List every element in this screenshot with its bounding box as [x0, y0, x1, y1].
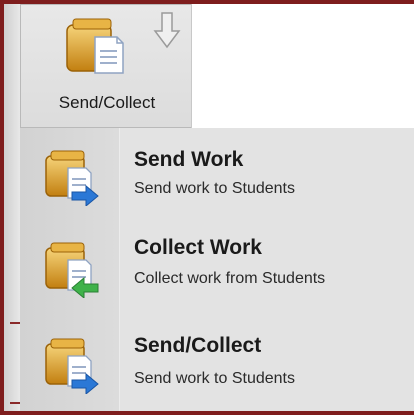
menu-item-send-work[interactable]: Send Work Send work to Students	[20, 136, 414, 228]
menu-item-title: Collect Work	[134, 236, 262, 259]
menu-item-send-collect[interactable]: Send/Collect Send work to Students	[20, 320, 414, 412]
menu-item-description: Collect work from Students	[134, 270, 326, 287]
send-collect-icon	[65, 15, 127, 77]
menu-item-description: Send work to Students	[134, 370, 295, 387]
ribbon-divider	[191, 4, 192, 128]
menu-item-description: Send work to Students	[134, 180, 295, 197]
menu-item-title: Send/Collect	[134, 334, 262, 357]
ribbon-button-label: Send/Collect	[58, 93, 156, 112]
send-work-icon	[44, 148, 102, 208]
left-strip	[4, 4, 20, 411]
strip-marker	[10, 322, 20, 324]
menu-item-title: Send Work	[134, 148, 244, 171]
send-collect-ribbon-button[interactable]: Send/Collect	[20, 4, 192, 128]
send-collect-icon	[44, 336, 102, 396]
collect-work-icon	[44, 240, 102, 300]
dropdown-arrow-icon[interactable]	[153, 11, 181, 51]
strip-marker	[10, 402, 20, 404]
menu-item-collect-work[interactable]: Collect Work Collect work from Students	[20, 228, 414, 320]
